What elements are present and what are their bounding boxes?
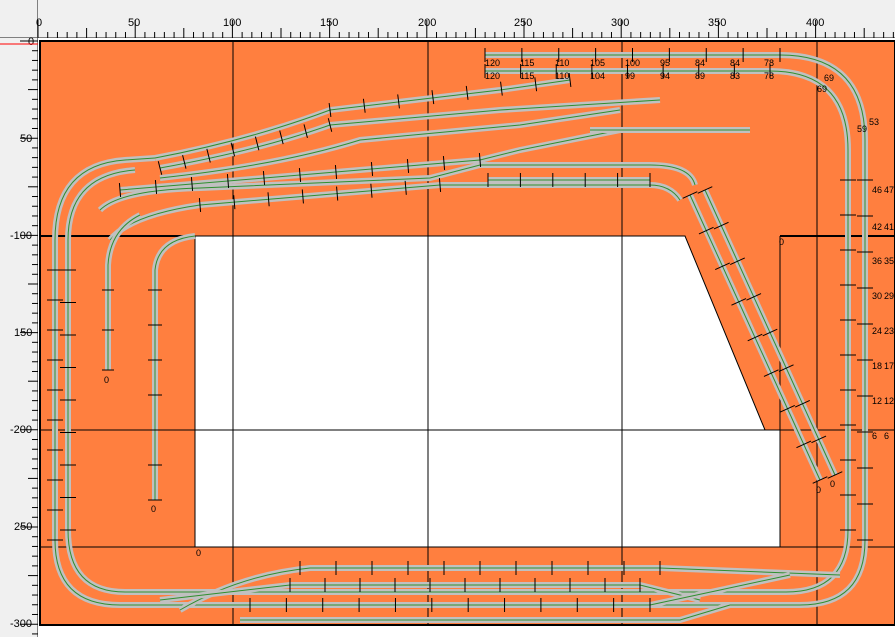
track-length-label: 110: [555, 71, 569, 81]
track-length-label: 115: [520, 58, 534, 68]
track-length-label: 36: [872, 256, 882, 266]
left-ruler-label: 150: [14, 327, 32, 339]
track-length-label: 78: [764, 71, 774, 81]
top-ruler-label: 150: [320, 17, 338, 29]
baseboard-cutout: [194, 235, 781, 548]
top-ruler-label: 400: [806, 17, 824, 29]
track-length-label: 24: [872, 326, 882, 336]
track-length-label: 110: [555, 58, 569, 68]
left-ruler-label: 0: [28, 36, 34, 48]
track-length-label: 47: [884, 185, 894, 195]
left-ruler-label: 250: [14, 521, 32, 533]
track-length-label: 105: [590, 58, 605, 68]
track-length-label: 84: [730, 58, 740, 68]
track-length-label: 78: [764, 58, 774, 68]
zero-label: 0: [196, 548, 201, 558]
left-ruler-label: -300: [10, 618, 32, 630]
top-ruler-label: 350: [708, 17, 726, 29]
track-length-label: 18: [872, 361, 882, 371]
zero-label: 0: [779, 237, 784, 247]
track-length-label: 59: [857, 124, 867, 134]
track-length-label: 46: [872, 185, 882, 195]
top-ruler-label: 100: [223, 17, 241, 29]
track-length-label: 35: [884, 256, 894, 266]
top-ruler-label: 300: [611, 17, 629, 29]
top-ruler-label: 50: [128, 17, 140, 29]
track-length-label: 17: [884, 361, 894, 371]
track-length-label: 23: [884, 326, 894, 336]
track-length-label: 104: [590, 71, 605, 81]
left-ruler-label: -200: [10, 424, 32, 436]
track-length-label: 69: [824, 73, 834, 83]
track-length-label: 95: [660, 58, 670, 68]
track-length-label: 53: [869, 117, 879, 127]
zero-label: 0: [830, 479, 835, 489]
track-length-label: 89: [695, 71, 705, 81]
zero-label: 0: [151, 504, 156, 514]
track-length-label: 12: [884, 396, 894, 406]
track-length-label: 41: [884, 222, 894, 232]
zero-label: 0: [104, 375, 109, 385]
track-length-label: 120: [485, 58, 500, 68]
track-length-label: 120: [485, 71, 500, 81]
track-length-label: 84: [695, 58, 705, 68]
track-length-label: 42: [872, 222, 882, 232]
left-ruler-label: -100: [10, 230, 32, 242]
track-length-label: 94: [660, 71, 670, 81]
left-ruler: [0, 0, 38, 637]
track-length-label: 69: [817, 84, 827, 94]
track-length-label: 30: [872, 291, 882, 301]
layout-editor: 0 50 100 150 200 250 300 350 400 0 50 -1…: [0, 0, 895, 637]
track-length-label: 99: [625, 71, 635, 81]
top-ruler-label: 0: [36, 17, 42, 29]
top-ruler-label: 200: [418, 17, 436, 29]
track-length-label: 6: [872, 431, 877, 441]
zero-label: 0: [816, 485, 821, 495]
track-length-label: 6: [884, 431, 889, 441]
track-plan-canvas[interactable]: 0 50 100 150 200 250 300 350 400 0 50 -1…: [0, 0, 895, 637]
track-length-label: 83: [730, 71, 740, 81]
track-length-label: 12: [872, 396, 882, 406]
track-length-label: 100: [625, 58, 640, 68]
track-length-label: 29: [884, 291, 894, 301]
track-length-label: 115: [520, 71, 534, 81]
left-ruler-label: 50: [20, 133, 32, 145]
top-ruler-label: 250: [514, 17, 532, 29]
